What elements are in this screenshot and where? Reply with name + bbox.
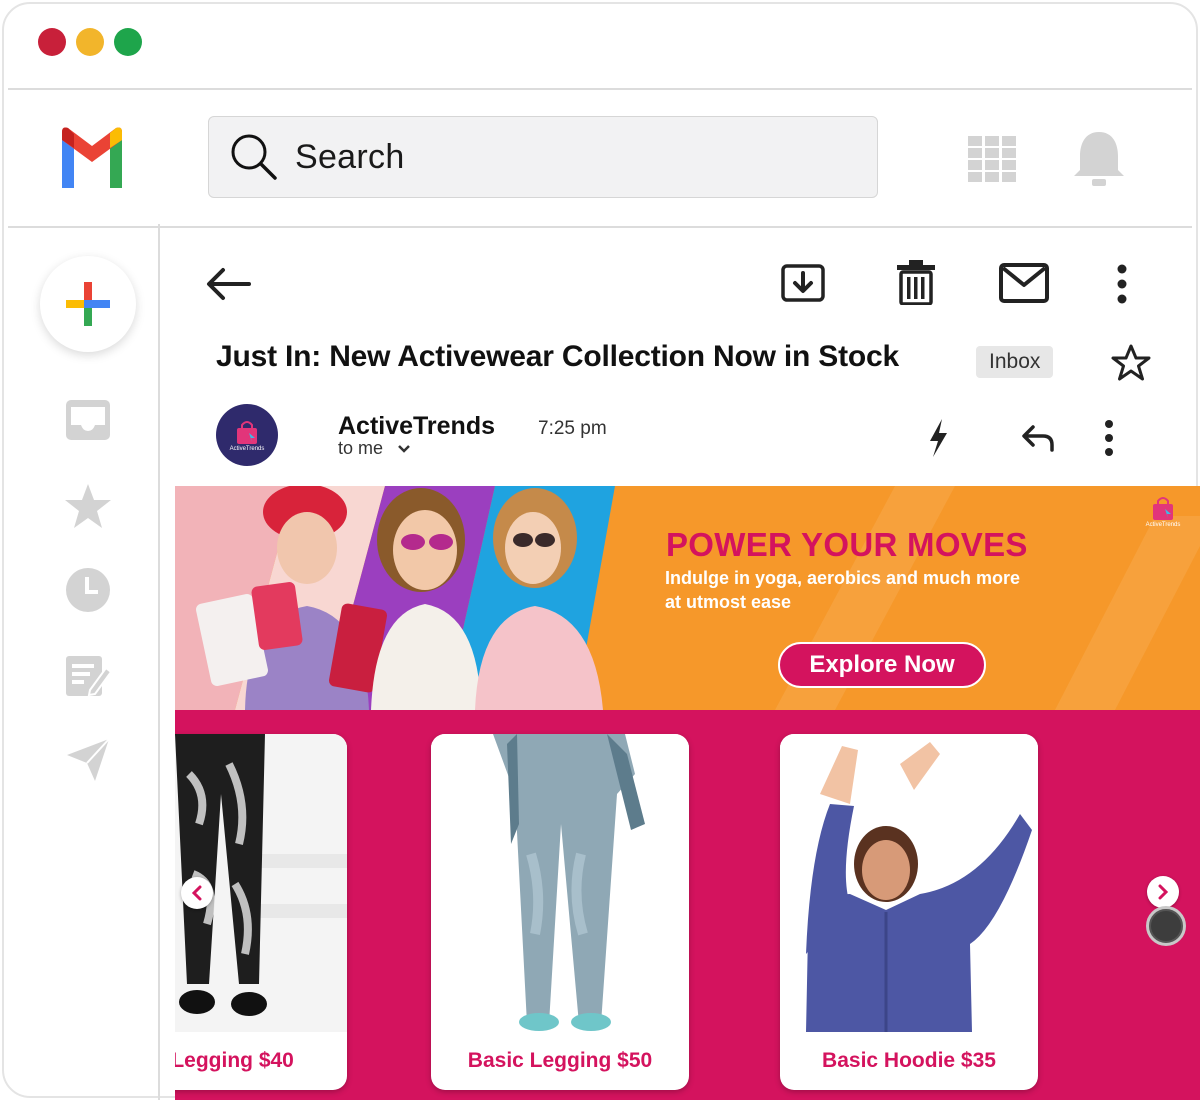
star-outline-icon (1111, 344, 1151, 381)
email-time: 7:25 pm (538, 418, 607, 439)
sender-name: ActiveTrends (338, 412, 496, 440)
inbox-label-badge[interactable]: Inbox (976, 346, 1054, 378)
lightning-icon (930, 419, 947, 457)
titlebar-divider (8, 88, 1192, 90)
chevron-down-icon (398, 444, 410, 453)
banner-headline: POWER YOUR MOVES (666, 526, 1028, 563)
product-label: Basic Hoodie $35 (822, 1049, 996, 1072)
email-subject: Just In: New Activewear Collection Now i… (216, 340, 899, 373)
product-card[interactable]: ye Legging $40 (175, 734, 347, 1090)
sidebar-item-drafts[interactable] (62, 650, 114, 702)
reply-icon (1022, 425, 1054, 452)
more-vertical-icon (1105, 420, 1113, 456)
more-options-button[interactable] (1110, 262, 1134, 306)
gmail-logo[interactable] (56, 126, 128, 190)
archive-icon (781, 264, 825, 302)
inbox-icon (66, 400, 110, 440)
recipient-text: to me (338, 438, 384, 458)
message-more-button[interactable] (1098, 418, 1120, 458)
shopping-bag-icon (1153, 497, 1173, 520)
product-image-basic-legging (431, 734, 689, 1032)
search-placeholder: Search (295, 137, 405, 176)
product-image-basic-hoodie (780, 734, 1038, 1032)
plus-icon (66, 282, 110, 326)
trash-icon (897, 260, 935, 305)
window-controls (38, 28, 142, 56)
star-button[interactable] (1110, 342, 1152, 384)
shopping-bag-icon (237, 420, 257, 444)
archive-button[interactable] (780, 262, 826, 304)
send-icon (67, 738, 110, 781)
apps-grid-icon[interactable] (968, 136, 1016, 182)
back-button[interactable] (204, 262, 252, 306)
models-photo (175, 486, 645, 710)
product-carousel: ye Legging $40 Basic Legging $50 Basic H… (175, 710, 1200, 1100)
carousel-prev-button[interactable] (181, 877, 213, 909)
sidebar-item-sent[interactable] (62, 734, 114, 786)
quick-action-button[interactable] (924, 416, 952, 460)
clock-icon (66, 568, 110, 612)
search-bar[interactable]: Search (208, 116, 878, 198)
delete-button[interactable] (894, 258, 938, 306)
more-vertical-icon (1117, 264, 1127, 304)
draft-icon (66, 656, 112, 697)
mark-unread-button[interactable] (998, 262, 1050, 304)
product-card[interactable]: Basic Legging $50 (431, 734, 689, 1090)
minimize-window-button[interactable] (76, 28, 104, 56)
search-icon (231, 134, 277, 180)
explore-now-button[interactable]: Explore Now (778, 642, 986, 688)
chevron-right-icon (1158, 884, 1169, 900)
banner-tagline: Indulge in yoga, aerobics and much more … (665, 568, 1021, 612)
header-divider (8, 226, 1192, 228)
sidebar-item-starred[interactable] (62, 480, 114, 532)
banner-brand-logo: ActiveTrends (1140, 494, 1186, 540)
sidebar-item-inbox[interactable] (62, 394, 114, 446)
reply-button[interactable] (1020, 422, 1056, 454)
back-arrow-icon (207, 268, 251, 300)
mail-icon (999, 263, 1049, 303)
product-label: ye Legging $40 (175, 1049, 294, 1072)
product-card[interactable]: Basic Hoodie $35 (780, 734, 1038, 1090)
star-icon (65, 484, 111, 528)
avatar-text: ActiveTrends (229, 445, 265, 452)
maximize-window-button[interactable] (114, 28, 142, 56)
banner-brand-text: ActiveTrends (1145, 522, 1181, 528)
recipient-toggle[interactable]: to me (338, 438, 411, 459)
sidebar-item-snoozed[interactable] (62, 564, 114, 616)
compose-button[interactable] (40, 256, 136, 352)
sender-avatar[interactable]: ActiveTrends (216, 404, 278, 466)
cursor-indicator (1146, 906, 1186, 946)
bell-icon[interactable] (1072, 130, 1126, 188)
chevron-left-icon (191, 885, 202, 901)
close-window-button[interactable] (38, 28, 66, 56)
carousel-next-button[interactable] (1147, 876, 1179, 908)
sidebar-divider (158, 224, 160, 1100)
product-label: Basic Legging $50 (467, 1049, 653, 1072)
